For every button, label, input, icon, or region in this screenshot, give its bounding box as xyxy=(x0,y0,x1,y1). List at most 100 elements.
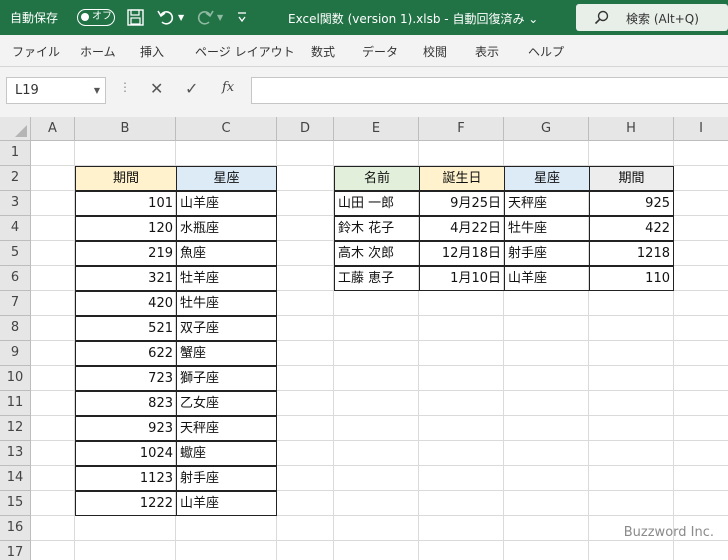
table-cell[interactable]: 823 xyxy=(75,391,177,416)
row-header[interactable]: 15 xyxy=(0,491,31,516)
insert-function-icon[interactable]: fx xyxy=(222,80,234,95)
table-header-cell[interactable]: 星座 xyxy=(176,166,277,191)
table-cell[interactable]: 923 xyxy=(75,416,177,441)
table-cell[interactable]: 牡牛座 xyxy=(504,216,590,241)
table-cell[interactable]: 110 xyxy=(589,266,674,291)
tab-file[interactable]: ファイル xyxy=(12,43,60,60)
table-header-cell[interactable]: 期間 xyxy=(75,166,177,191)
table-cell[interactable]: 925 xyxy=(589,191,674,216)
table-cell[interactable]: 山羊座 xyxy=(504,266,590,291)
table-header-cell[interactable]: 名前 xyxy=(334,166,420,191)
table-cell[interactable]: 622 xyxy=(75,341,177,366)
column-header-f[interactable]: F xyxy=(419,117,504,141)
table-cell[interactable]: 1222 xyxy=(75,491,177,516)
table-cell[interactable]: 4月22日 xyxy=(419,216,505,241)
table-cell[interactable]: 219 xyxy=(75,241,177,266)
table-cell[interactable]: 422 xyxy=(589,216,674,241)
formula-input[interactable] xyxy=(251,77,728,104)
row-header[interactable]: 5 xyxy=(0,241,31,266)
tab-insert[interactable]: 挿入 xyxy=(140,43,164,60)
redo-icon[interactable] xyxy=(196,8,214,26)
table-cell[interactable]: 1218 xyxy=(589,241,674,266)
table-cell[interactable]: 12月18日 xyxy=(419,241,505,266)
table-cell[interactable]: 高木 次郎 xyxy=(334,241,420,266)
tab-formulas[interactable]: 数式 xyxy=(311,43,335,60)
row-header[interactable]: 1 xyxy=(0,141,31,166)
table-cell[interactable]: 521 xyxy=(75,316,177,341)
row-header[interactable]: 16 xyxy=(0,516,31,541)
save-icon[interactable] xyxy=(127,9,144,26)
table-header-cell[interactable]: 星座 xyxy=(504,166,590,191)
table-cell[interactable]: 乙女座 xyxy=(176,391,277,416)
table-cell[interactable]: 蠍座 xyxy=(176,441,277,466)
table-cell[interactable]: 魚座 xyxy=(176,241,277,266)
table-cell[interactable]: 723 xyxy=(75,366,177,391)
tab-home[interactable]: ホーム xyxy=(80,43,116,60)
table-cell[interactable]: 山羊座 xyxy=(176,491,277,516)
table-cell[interactable]: 1月10日 xyxy=(419,266,505,291)
search-box[interactable]: 検索 (Alt+Q) xyxy=(576,4,728,31)
table-cell[interactable]: 天秤座 xyxy=(504,191,590,216)
column-header-a[interactable]: A xyxy=(31,117,75,141)
customize-toolbar-icon[interactable] xyxy=(237,10,247,24)
enter-icon[interactable]: ✓ xyxy=(185,79,198,98)
tab-help[interactable]: ヘルプ xyxy=(528,43,564,60)
row-header[interactable]: 14 xyxy=(0,466,31,491)
name-box[interactable]: L19 ▼ xyxy=(6,77,106,104)
table-cell[interactable]: 山羊座 xyxy=(176,191,277,216)
table-cell[interactable]: 獅子座 xyxy=(176,366,277,391)
name-box-dropdown-icon[interactable]: ▼ xyxy=(94,86,100,95)
document-title[interactable]: Excel関数 (version 1).xlsb - 自動回復済み ⌄ xyxy=(288,10,538,27)
row-header[interactable]: 4 xyxy=(0,216,31,241)
table-cell[interactable]: 1123 xyxy=(75,466,177,491)
undo-icon[interactable] xyxy=(157,8,175,26)
select-all-corner[interactable] xyxy=(0,117,31,141)
table-cell[interactable]: 双子座 xyxy=(176,316,277,341)
row-header[interactable]: 9 xyxy=(0,341,31,366)
row-header[interactable]: 11 xyxy=(0,391,31,416)
column-header-g[interactable]: G xyxy=(504,117,589,141)
row-header[interactable]: 6 xyxy=(0,266,31,291)
name-box-value: L19 xyxy=(15,83,39,98)
table-cell[interactable]: 射手座 xyxy=(504,241,590,266)
column-header-i[interactable]: I xyxy=(674,117,728,141)
table-cell[interactable]: 120 xyxy=(75,216,177,241)
row-header[interactable]: 3 xyxy=(0,191,31,216)
table-cell[interactable]: 天秤座 xyxy=(176,416,277,441)
table-cell[interactable]: 工藤 恵子 xyxy=(334,266,420,291)
column-header-d[interactable]: D xyxy=(277,117,334,141)
row-header[interactable]: 13 xyxy=(0,441,31,466)
column-header-h[interactable]: H xyxy=(589,117,674,141)
tab-page-layout[interactable]: ページ レイアウト xyxy=(195,43,295,60)
row-header[interactable]: 17 xyxy=(0,541,31,560)
row-header[interactable]: 7 xyxy=(0,291,31,316)
redo-dropdown-icon[interactable]: ▼ xyxy=(217,13,223,22)
table-cell[interactable]: 水瓶座 xyxy=(176,216,277,241)
row-header[interactable]: 8 xyxy=(0,316,31,341)
row-header[interactable]: 2 xyxy=(0,166,31,191)
table-cell[interactable]: 101 xyxy=(75,191,177,216)
tab-review[interactable]: 校閲 xyxy=(423,43,447,60)
table-cell[interactable]: 射手座 xyxy=(176,466,277,491)
table-cell[interactable]: 山田 一郎 xyxy=(334,191,420,216)
table-cell[interactable]: 420 xyxy=(75,291,177,316)
undo-dropdown-icon[interactable]: ▼ xyxy=(178,13,184,22)
autosave-toggle[interactable]: オフ xyxy=(77,9,115,26)
column-header-c[interactable]: C xyxy=(176,117,277,141)
row-header[interactable]: 10 xyxy=(0,366,31,391)
column-header-b[interactable]: B xyxy=(75,117,176,141)
table-cell[interactable]: 321 xyxy=(75,266,177,291)
table-header-cell[interactable]: 期間 xyxy=(589,166,674,191)
cancel-icon[interactable]: ✕ xyxy=(150,79,163,98)
tab-data[interactable]: データ xyxy=(362,43,398,60)
table-cell[interactable]: 9月25日 xyxy=(419,191,505,216)
row-header[interactable]: 12 xyxy=(0,416,31,441)
table-cell[interactable]: 牡牛座 xyxy=(176,291,277,316)
table-header-cell[interactable]: 誕生日 xyxy=(419,166,505,191)
table-cell[interactable]: 1024 xyxy=(75,441,177,466)
table-cell[interactable]: 牡羊座 xyxy=(176,266,277,291)
table-cell[interactable]: 蟹座 xyxy=(176,341,277,366)
tab-view[interactable]: 表示 xyxy=(475,43,499,60)
table-cell[interactable]: 鈴木 花子 xyxy=(334,216,420,241)
column-header-e[interactable]: E xyxy=(334,117,419,141)
